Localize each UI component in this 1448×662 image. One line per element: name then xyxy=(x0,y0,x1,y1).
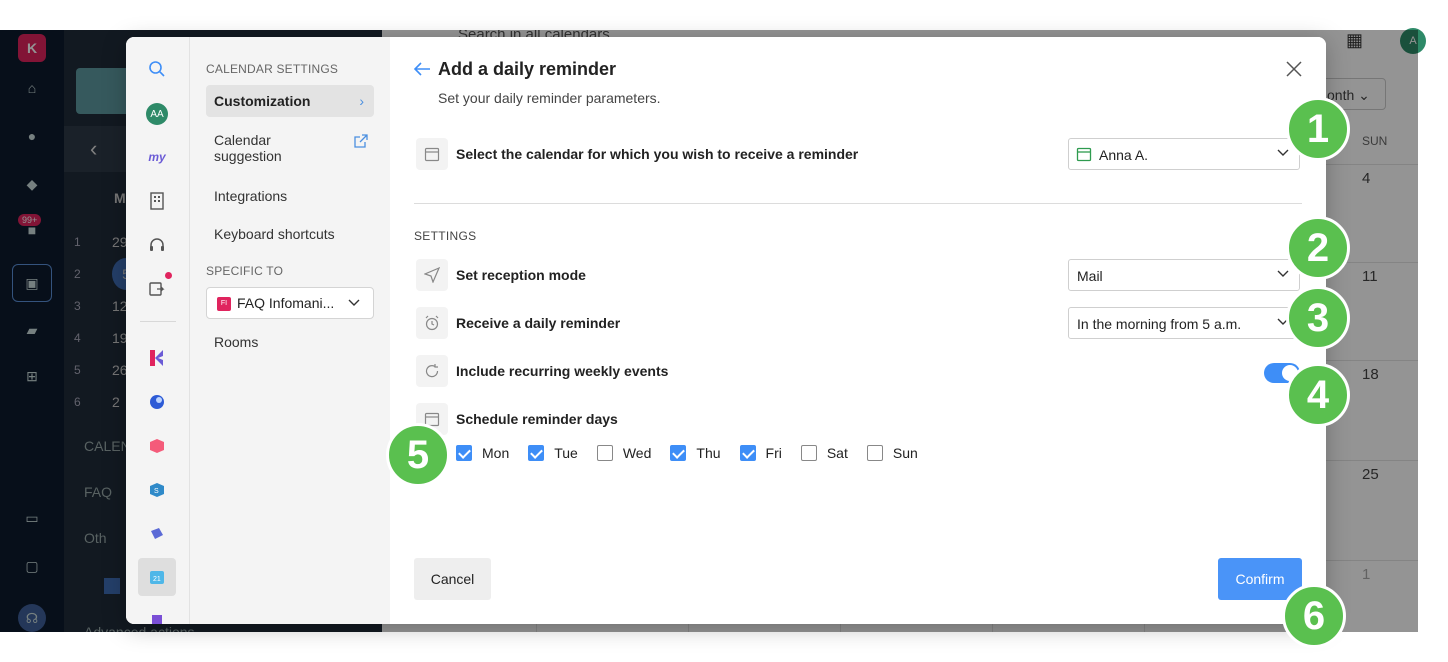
rail-divider xyxy=(140,321,176,322)
kdrive-icon[interactable] xyxy=(146,435,168,457)
day-label: Sat xyxy=(826,445,848,461)
calendar-row-label: Select the calendar for which you wish t… xyxy=(456,146,859,162)
day-tue[interactable]: Tue xyxy=(528,443,578,463)
daily-time-value: In the morning from 5 a.m. xyxy=(1077,316,1242,332)
notification-dot xyxy=(165,272,172,279)
day-thu[interactable]: Thu xyxy=(670,443,721,463)
external-link-icon xyxy=(354,134,368,148)
settings-heading: SETTINGS xyxy=(414,229,477,243)
device-sync-icon[interactable] xyxy=(146,272,172,300)
chevron-down-icon xyxy=(1277,270,1289,277)
nav-item-label: Customization xyxy=(214,93,311,109)
profile-avatar[interactable]: AA xyxy=(146,103,168,125)
nav-item-customization[interactable]: Customization › xyxy=(206,85,374,117)
day-checkbox[interactable] xyxy=(596,445,613,461)
calendar-icon xyxy=(416,138,448,170)
nav-item-keyboard-shortcuts[interactable]: Keyboard shortcuts xyxy=(206,218,374,250)
search-icon[interactable] xyxy=(146,58,168,80)
weekday-checkboxes: Mon Tue Wed Thu Fri Sat Sun xyxy=(456,443,937,463)
day-label: Thu xyxy=(696,445,721,461)
settings-modal: AA my S 21 CALENDAR SETTINGS Customizati… xyxy=(126,37,1326,624)
day-checkbox[interactable] xyxy=(866,445,883,461)
day-checkbox[interactable] xyxy=(739,445,756,461)
kmeet-icon[interactable]: S xyxy=(146,479,168,501)
kchat-icon[interactable] xyxy=(146,391,168,413)
daily-time-select[interactable]: In the morning from 5 a.m. xyxy=(1068,307,1300,339)
calendar-select[interactable]: Anna A. xyxy=(1068,138,1300,170)
dialog-title: Add a daily reminder xyxy=(438,59,617,79)
kpaste-icon[interactable] xyxy=(146,523,168,545)
chevron-down-icon xyxy=(1277,149,1289,156)
reminder-dialog: Add a daily reminder Set your daily remi… xyxy=(390,37,1326,624)
cancel-button[interactable]: Cancel xyxy=(414,558,491,600)
calendar-scope-value: FAQ Infomani... xyxy=(237,295,335,311)
callout-marker-2: 2 xyxy=(1286,216,1350,280)
close-icon[interactable] xyxy=(1284,59,1304,79)
paper-plane-icon xyxy=(416,259,448,291)
specific-to-heading: SPECIFIC TO xyxy=(206,264,284,278)
day-label: Tue xyxy=(554,445,578,461)
section-divider xyxy=(414,203,1302,204)
calendar-scope-select[interactable]: FI FAQ Infomani... xyxy=(206,287,374,319)
day-checkbox[interactable] xyxy=(670,445,687,461)
day-sat[interactable]: Sat xyxy=(800,443,848,463)
calendar-green-icon xyxy=(1076,147,1092,162)
callout-marker-6: 6 xyxy=(1282,584,1346,648)
reception-mode-select[interactable]: Mail xyxy=(1068,259,1300,291)
day-checkbox[interactable] xyxy=(528,445,545,461)
nav-item-integrations[interactable]: Integrations xyxy=(206,180,374,212)
modal-app-rail: AA my S 21 xyxy=(126,37,190,624)
day-label: Wed xyxy=(622,445,652,461)
chevron-down-icon xyxy=(348,299,360,306)
callout-marker-3: 3 xyxy=(1286,286,1350,350)
daily-row-label: Receive a daily reminder xyxy=(456,315,621,331)
svg-text:21: 21 xyxy=(153,576,161,583)
callout-marker-5: 5 xyxy=(386,423,450,487)
chevron-right-icon: › xyxy=(359,93,364,109)
callout-marker-1: 1 xyxy=(1286,97,1350,161)
nav-item-label: Calendar suggestion xyxy=(214,132,282,164)
callout-marker-4: 4 xyxy=(1286,363,1350,427)
calendar-app-icon-active[interactable]: 21 xyxy=(138,558,176,596)
day-sun[interactable]: Sun xyxy=(866,443,918,463)
calendar-flag-icon: FI xyxy=(217,297,231,311)
svg-text:S: S xyxy=(154,488,159,495)
calendar-settings-heading: CALENDAR SETTINGS xyxy=(206,62,339,76)
reception-mode-value: Mail xyxy=(1077,268,1103,284)
settings-nav: CALENDAR SETTINGS Customization › Calend… xyxy=(190,37,390,624)
recurring-row-label: Include recurring weekly events xyxy=(456,363,669,379)
day-label: Mon xyxy=(482,445,510,461)
reception-row-label: Set reception mode xyxy=(456,267,586,283)
refresh-icon xyxy=(416,355,448,387)
day-fri[interactable]: Fri xyxy=(739,443,782,463)
nav-item-calendar-suggestion[interactable]: Calendar suggestion xyxy=(206,124,374,172)
screenshot-stage: K ⌂ ● ◆ ■ 99+ ▣ ▰ ⊞ ▭ ▢ ☊ ‹ M 1 2 3 4 5 … xyxy=(0,0,1448,662)
nav-item-rooms[interactable]: Rooms xyxy=(206,326,374,358)
day-wed[interactable]: Wed xyxy=(596,443,652,463)
my-infomaniak-icon[interactable]: my xyxy=(146,146,168,168)
day-label: Fri xyxy=(765,445,782,461)
alarm-clock-icon xyxy=(416,307,448,339)
headset-icon[interactable] xyxy=(146,234,168,256)
day-mon[interactable]: Mon xyxy=(456,443,509,463)
day-checkbox[interactable] xyxy=(456,445,472,461)
schedule-row-label: Schedule reminder days xyxy=(456,411,618,427)
dialog-subtitle: Set your daily reminder parameters. xyxy=(438,90,661,106)
kmail-icon[interactable] xyxy=(146,347,168,369)
more-apps-icon[interactable] xyxy=(146,610,168,624)
calendar-select-value: Anna A. xyxy=(1099,147,1149,163)
building-icon[interactable] xyxy=(146,190,168,212)
day-checkbox[interactable] xyxy=(800,445,817,461)
back-arrow-icon[interactable] xyxy=(412,59,432,79)
day-label: Sun xyxy=(892,445,918,461)
